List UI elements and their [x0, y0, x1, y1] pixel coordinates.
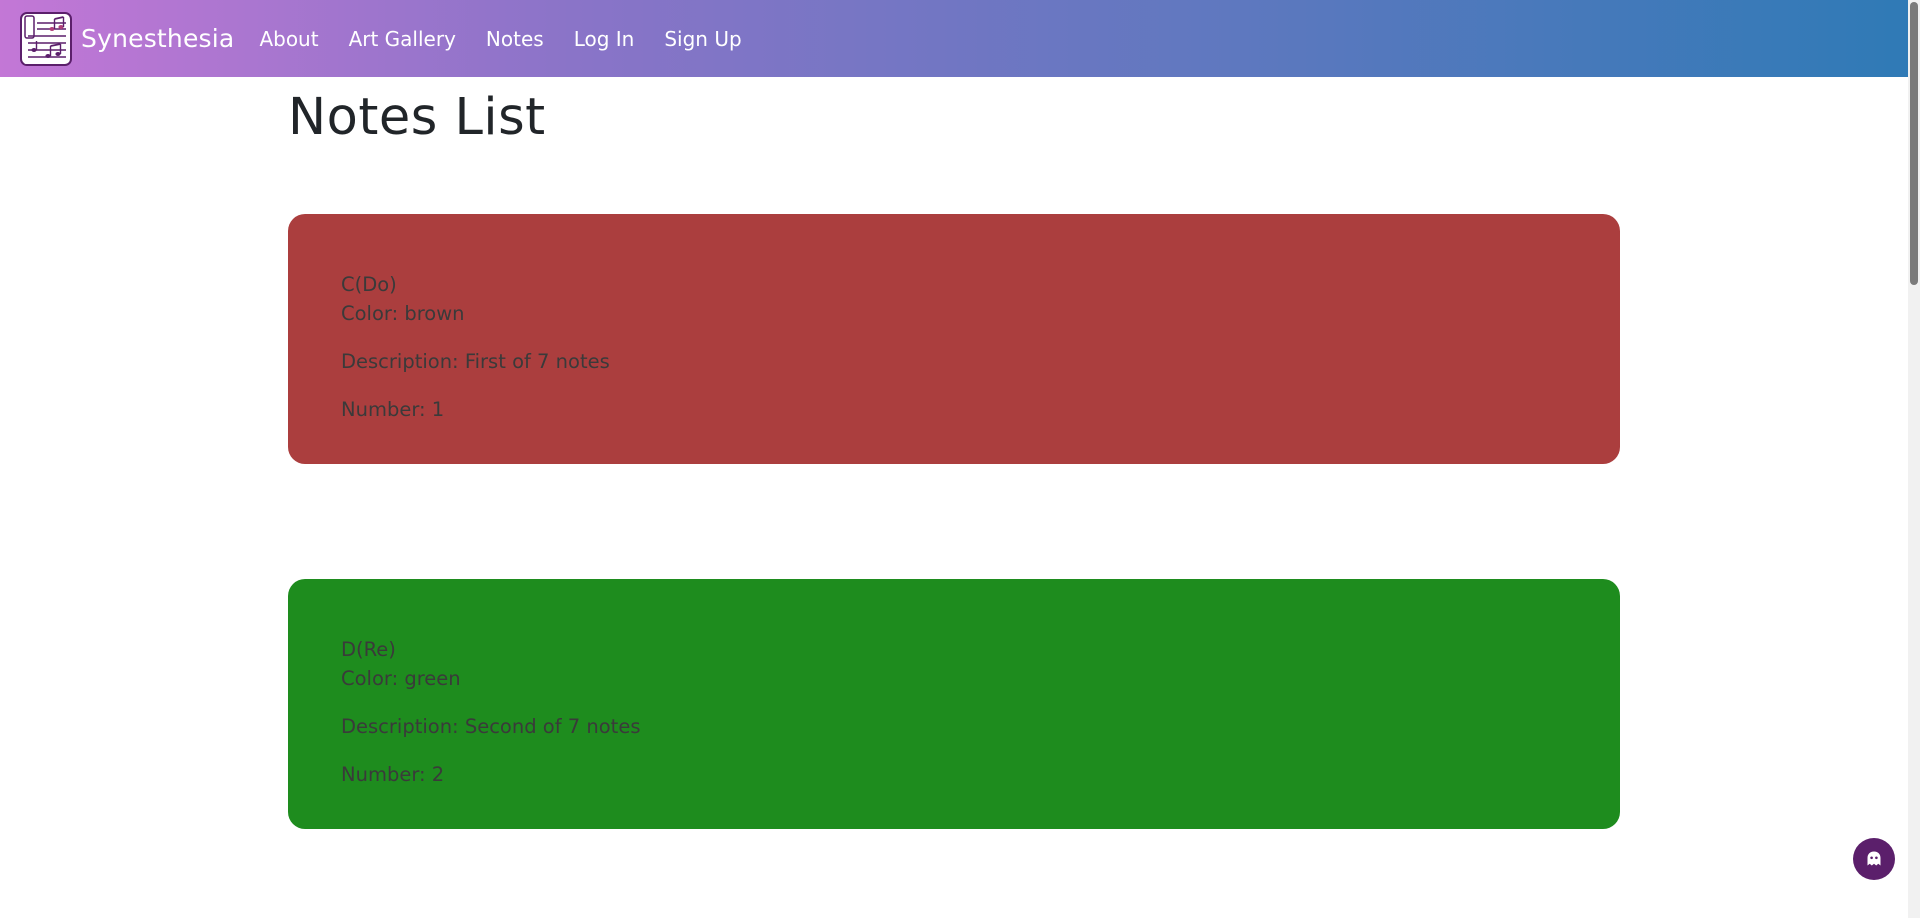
nav-link-log-in[interactable]: Log In [574, 27, 635, 51]
note-number: Number: 2 [341, 763, 445, 786]
nav-link-sign-up[interactable]: Sign Up [664, 27, 741, 51]
note-description: Description: First of 7 notes [341, 350, 610, 373]
page-title: Notes List [288, 88, 546, 147]
note-color: Color: brown [341, 302, 465, 325]
chat-widget-button[interactable] [1853, 838, 1895, 880]
brand-link[interactable]: Synesthesia [20, 11, 235, 66]
nav-links: About Art Gallery Notes Log In Sign Up [246, 27, 758, 51]
nav-link-notes[interactable]: Notes [486, 27, 544, 51]
ghost-icon [1867, 851, 1881, 866]
page-scrollbar[interactable] [1908, 0, 1920, 918]
note-name: D(Re) [341, 638, 396, 661]
scrollbar-thumb[interactable] [1910, 2, 1918, 285]
top-navbar: Synesthesia About Art Gallery Notes Log … [0, 0, 1908, 77]
brand-name: Synesthesia [81, 24, 235, 53]
nav-link-about[interactable]: About [259, 27, 318, 51]
music-notes-logo-icon [20, 11, 72, 66]
note-number: Number: 1 [341, 398, 445, 421]
note-card-d: D(Re) Color: green Description: Second o… [288, 579, 1620, 829]
note-card-c: C(Do) Color: brown Description: First of… [288, 214, 1620, 464]
note-description: Description: Second of 7 notes [341, 715, 641, 738]
nav-link-art-gallery[interactable]: Art Gallery [349, 27, 456, 51]
note-name: C(Do) [341, 273, 397, 296]
note-color: Color: green [341, 667, 461, 690]
